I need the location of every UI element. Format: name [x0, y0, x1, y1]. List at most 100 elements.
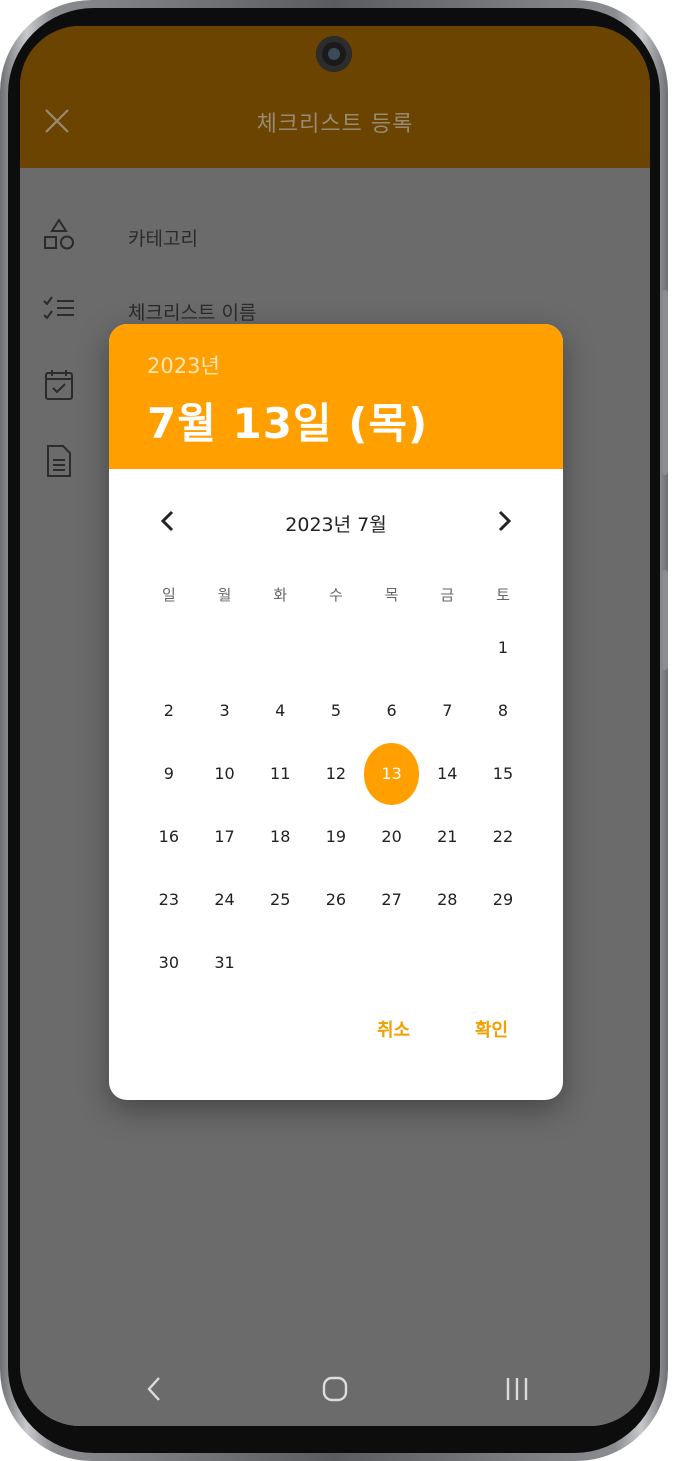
calendar-cell: 11 — [252, 742, 308, 805]
date-picker-dialog: 2023년 7월 13일 (목) 2023년 7월 일 월 화 수 목 금 토 … — [109, 324, 563, 1100]
calendar-day[interactable]: 21 — [419, 806, 475, 868]
weekday-label: 수 — [329, 585, 343, 604]
calendar-cell: 19 — [308, 805, 364, 868]
calendar-cell — [252, 931, 308, 994]
calendar-day[interactable]: 26 — [308, 869, 364, 931]
calendar-day[interactable]: 20 — [364, 806, 420, 868]
header-date: 7월 13일 (목) — [147, 399, 429, 448]
calendar-week-row: 2345678 — [141, 679, 531, 742]
calendar-cell: 31 — [197, 931, 253, 994]
calendar-day[interactable]: 6 — [364, 680, 420, 742]
calendar-cell: 17 — [197, 805, 253, 868]
calendar-day[interactable]: 8 — [475, 680, 531, 742]
calendar-day[interactable]: 29 — [475, 869, 531, 931]
calendar-day[interactable]: 10 — [197, 743, 253, 805]
calendar-week-row: 9 10 11 12 13 14 15 — [141, 742, 531, 805]
calendar-cell: 7 — [419, 679, 475, 742]
calendar-day[interactable]: 3 — [197, 680, 253, 742]
calendar-check-icon — [45, 370, 73, 400]
calendar-cell: 27 — [364, 868, 420, 931]
category-label: 카테고리 — [128, 228, 198, 250]
volume-button — [662, 290, 668, 475]
calendar-cell: 26 — [308, 868, 364, 931]
calendar-cell: 24 — [197, 868, 253, 931]
calendar-cell: 16 — [141, 805, 197, 868]
calendar-cell: 8 — [475, 679, 531, 742]
calendar-day[interactable]: 5 — [308, 680, 364, 742]
calendar-cell: 15 — [475, 742, 531, 805]
calendar-day[interactable]: 28 — [419, 869, 475, 931]
calendar-cell — [197, 616, 253, 679]
weekday-label: 일 — [161, 585, 176, 604]
calendar-cell: 30 — [141, 931, 197, 994]
checklist-name-label: 체크리스트 이름 — [128, 302, 257, 324]
calendar-cell: 12 — [308, 742, 364, 805]
calendar-day[interactable]: 17 — [197, 806, 253, 868]
calendar-cell: 29 — [475, 868, 531, 931]
front-camera — [316, 36, 352, 72]
weekday-label: 월 — [217, 585, 232, 604]
calendar-day[interactable]: 16 — [141, 806, 197, 868]
calendar-day-selected[interactable]: 13 — [363, 742, 420, 805]
calendar-day[interactable]: 31 — [197, 932, 253, 994]
calendar-day[interactable]: 11 — [252, 743, 308, 805]
calendar-week-row: 23 24 25 26 27 28 29 — [141, 868, 531, 931]
weekday-label: 목 — [384, 585, 399, 604]
calendar-cell — [141, 616, 197, 679]
calendar-cell: 6 — [364, 679, 420, 742]
calendar-day[interactable]: 30 — [141, 932, 197, 994]
calendar-week-row: 30 31 — [141, 931, 531, 994]
document-icon — [47, 445, 71, 477]
recent-apps-nav-icon[interactable] — [502, 1374, 532, 1404]
back-nav-icon[interactable] — [140, 1374, 170, 1404]
calendar-week-row: 1 — [141, 616, 531, 679]
cancel-button[interactable]: 취소 — [377, 1016, 410, 1042]
weekday-header: 일 월 화 수 목 금 토 — [141, 572, 531, 616]
calendar-day[interactable]: 23 — [141, 869, 197, 931]
calendar-cell: 23 — [141, 868, 197, 931]
calendar-day[interactable]: 15 — [475, 743, 531, 805]
calendar-day[interactable]: 9 — [141, 743, 197, 805]
calendar-cell — [419, 616, 475, 679]
calendar-day[interactable]: 12 — [308, 743, 364, 805]
date-picker-header: 2023년 7월 13일 (목) — [109, 324, 563, 469]
calendar-day[interactable]: 2 — [141, 680, 197, 742]
calendar-cell — [475, 931, 531, 994]
calendar-cell — [364, 931, 420, 994]
weekday-label: 화 — [273, 585, 288, 604]
calendar-day[interactable]: 25 — [252, 869, 308, 931]
power-button — [662, 570, 668, 670]
calendar-day[interactable]: 24 — [197, 869, 253, 931]
calendar-cell: 21 — [419, 805, 475, 868]
month-navigation: 2023년 7월 — [109, 500, 563, 544]
home-nav-icon[interactable] — [320, 1374, 350, 1404]
calendar-cell — [252, 616, 308, 679]
calendar-cell — [308, 931, 364, 994]
calendar-cell: 1 — [475, 616, 531, 679]
calendar-day[interactable]: 22 — [475, 806, 531, 868]
calendar-day[interactable]: 7 — [419, 680, 475, 742]
calendar-cell: 2 — [141, 679, 197, 742]
calendar-cell: 20 — [364, 805, 420, 868]
calendar-day[interactable]: 19 — [308, 806, 364, 868]
calendar-cell: 18 — [252, 805, 308, 868]
calendar-cell — [308, 616, 364, 679]
weekday-label: 금 — [440, 585, 455, 604]
chevron-right-icon[interactable] — [491, 508, 517, 534]
calendar-cell: 10 — [197, 742, 253, 805]
calendar-grid: 일 월 화 수 목 금 토 1 2 3 4 5 6 7 8 9 10 11 12 13 14 15 16 17 1… — [141, 572, 531, 994]
calendar-day[interactable]: 14 — [419, 743, 475, 805]
shapes-icon — [44, 218, 74, 250]
calendar-day[interactable]: 27 — [364, 869, 420, 931]
calendar-weeks: 1 2 3 4 5 6 7 8 9 10 11 12 13 14 15 16 17 18 19 20 21 22 23 24 2… — [141, 616, 531, 994]
calendar-day[interactable]: 18 — [252, 806, 308, 868]
calendar-cell: 9 — [141, 742, 197, 805]
calendar-day[interactable]: 4 — [252, 680, 308, 742]
calendar-cell: 5 — [308, 679, 364, 742]
checklist-icon — [43, 296, 74, 320]
confirm-button[interactable]: 확인 — [475, 1016, 508, 1042]
calendar-cell: 28 — [419, 868, 475, 931]
calendar-day[interactable]: 1 — [475, 617, 531, 679]
category-row[interactable]: 카테고리 — [20, 210, 650, 260]
header-year[interactable]: 2023년 — [147, 350, 220, 380]
